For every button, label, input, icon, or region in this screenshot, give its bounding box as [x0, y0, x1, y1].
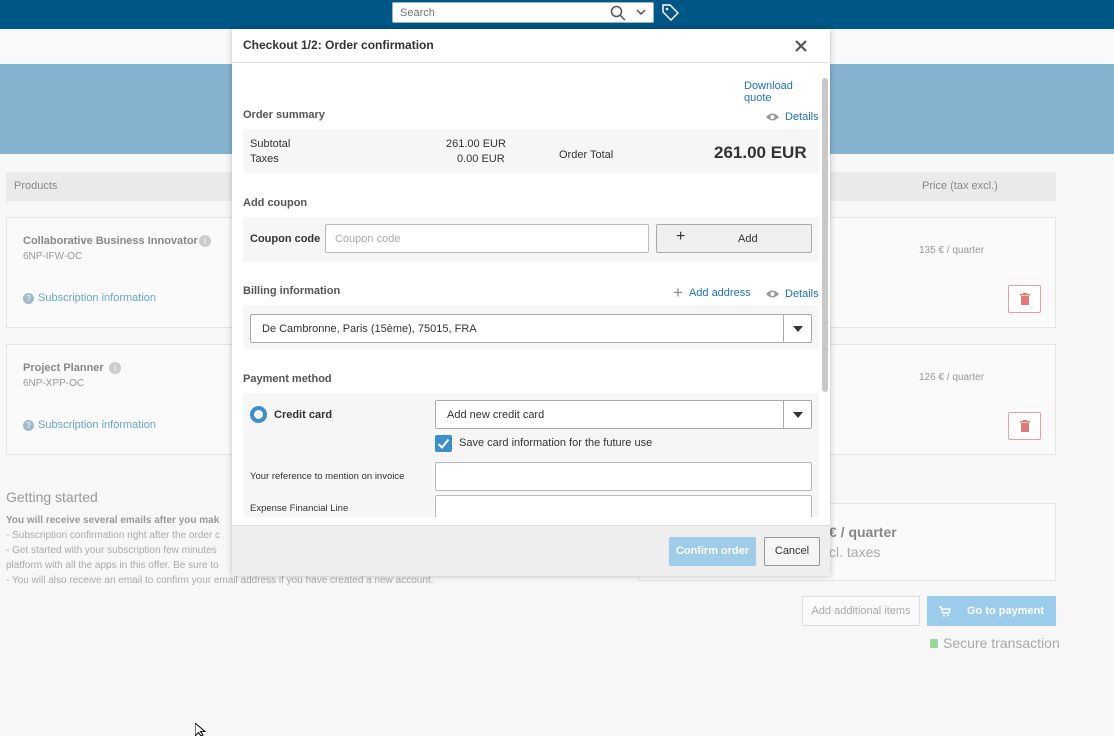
getting-started-line: - Subscription confirmation right after … — [6, 530, 220, 541]
credit-card-select[interactable]: Add new credit card — [435, 400, 812, 429]
billing-panel: De Cambronne, Paris (15ème), 75015, FRA — [243, 305, 819, 349]
getting-started-title: Getting started — [6, 489, 98, 505]
search-icon[interactable] — [610, 5, 626, 21]
search-box[interactable] — [392, 2, 654, 23]
help-icon: ? — [23, 293, 34, 304]
subtotal-label: Subtotal — [250, 138, 291, 150]
add-coupon-button[interactable]: + Add — [656, 224, 812, 253]
tag-icon[interactable] — [662, 4, 679, 21]
getting-started-line: - Get started with your subscription few… — [6, 545, 217, 556]
product-price: 126 € / quarter — [919, 372, 985, 383]
eye-icon — [766, 113, 779, 121]
product-sku: 6NP-IFW-OC — [23, 251, 83, 262]
order-details-link[interactable]: Details — [765, 109, 819, 123]
download-quote-link[interactable]: Download quote — [744, 80, 822, 104]
delete-button[interactable] — [1008, 412, 1041, 440]
billing-address-select[interactable]: De Cambronne, Paris (15ème), 75015, FRA — [250, 314, 812, 343]
price-column-header: Price (tax excl.) — [922, 180, 998, 192]
coupon-panel: Coupon code + Add — [243, 217, 819, 262]
order-total-value: 261.00 EUR — [714, 143, 807, 162]
payment-method-title: Payment method — [243, 373, 332, 385]
save-card-label: Save card information for the future use — [459, 437, 653, 449]
credit-card-label: Credit card — [274, 409, 333, 421]
billing-information-title: Billing information — [243, 285, 341, 297]
modal-footer: Confirm order Cancel — [232, 525, 830, 576]
go-to-payment-button[interactable]: Go to payment — [927, 596, 1056, 626]
total-taxes-note: cl. taxes — [829, 544, 881, 560]
getting-started-line: - You will also receive an email to conf… — [6, 575, 434, 586]
order-total-label: Order Total — [559, 149, 614, 161]
coupon-code-label: Coupon code — [250, 233, 321, 245]
save-card-checkbox[interactable] — [435, 435, 452, 452]
chevron-down-icon[interactable] — [783, 401, 811, 428]
getting-started-line: platform with all the apps in this offer… — [6, 560, 219, 571]
search-input[interactable] — [393, 3, 593, 22]
taxes-value: 0.00 EUR — [457, 153, 505, 165]
subscription-info-link[interactable]: ? Subscription information — [23, 292, 156, 304]
modal-title: Checkout 1/2: Order confirmation — [243, 38, 434, 52]
product-name: Collaborative Business Innovator — [23, 235, 198, 247]
product-price: 135 € / quarter — [919, 245, 985, 256]
expense-financial-line-input[interactable] — [435, 495, 812, 517]
checkout-modal: Checkout 1/2: Order confirmation Downloa… — [232, 29, 830, 576]
add-additional-items-button[interactable]: Add additional items — [802, 596, 920, 626]
order-summary-title: Order summary — [243, 109, 325, 121]
info-icon[interactable]: i — [109, 362, 121, 374]
delete-button[interactable] — [1008, 285, 1041, 313]
chevron-down-icon[interactable] — [783, 315, 811, 342]
modal-scrollbar[interactable] — [822, 78, 828, 392]
lock-icon — [930, 639, 938, 648]
cart-icon — [938, 605, 951, 617]
close-icon[interactable] — [793, 38, 809, 54]
trash-icon — [1020, 293, 1030, 305]
invoice-reference-label: Your reference to mention on invoice — [250, 471, 405, 482]
plus-icon: + — [676, 228, 686, 245]
subtotal-value: 261.00 EUR — [446, 138, 506, 150]
modal-header: Checkout 1/2: Order confirmation — [232, 29, 830, 63]
billing-address-value: De Cambronne, Paris (15ème), 75015, FRA — [262, 323, 477, 335]
credit-card-radio[interactable] — [250, 406, 267, 423]
chevron-down-icon[interactable] — [636, 7, 646, 17]
coupon-code-input[interactable] — [325, 224, 649, 253]
product-sku: 6NP-XPP-OC — [23, 378, 85, 389]
add-coupon-title: Add coupon — [243, 197, 308, 209]
secure-transaction: Secure transaction — [930, 635, 1060, 651]
plus-icon: + — [673, 283, 683, 302]
help-icon: ? — [23, 420, 34, 431]
billing-details-link[interactable]: Details — [765, 286, 819, 300]
product-name: Project Planner — [23, 362, 104, 374]
products-column-header: Products — [14, 180, 58, 192]
expense-financial-line-label: Expense Financial Line — [250, 503, 349, 514]
checkmark-icon — [437, 438, 450, 449]
top-bar — [0, 0, 1114, 29]
taxes-label: Taxes — [250, 153, 279, 165]
subscription-info-link[interactable]: ? Subscription information — [23, 419, 156, 431]
credit-card-select-value: Add new credit card — [447, 409, 545, 421]
getting-started-line: You will receive several emails after yo… — [6, 515, 220, 526]
total-period: € / quarter — [829, 524, 897, 540]
trash-icon — [1020, 420, 1030, 432]
info-icon[interactable]: i — [199, 235, 211, 247]
invoice-reference-input[interactable] — [435, 462, 812, 491]
order-summary-panel: Subtotal 261.00 EUR Taxes 0.00 EUR Order… — [243, 129, 819, 173]
eye-icon — [766, 290, 779, 298]
modal-body[interactable]: Download quote Order summary Details Sub… — [232, 64, 822, 517]
mouse-cursor-icon — [195, 723, 207, 736]
confirm-order-button[interactable]: Confirm order — [669, 537, 756, 566]
payment-panel: Credit card Add new credit card Save car… — [243, 393, 819, 517]
add-address-link[interactable]: + Add address — [673, 283, 751, 303]
cancel-button[interactable]: Cancel — [764, 537, 820, 566]
